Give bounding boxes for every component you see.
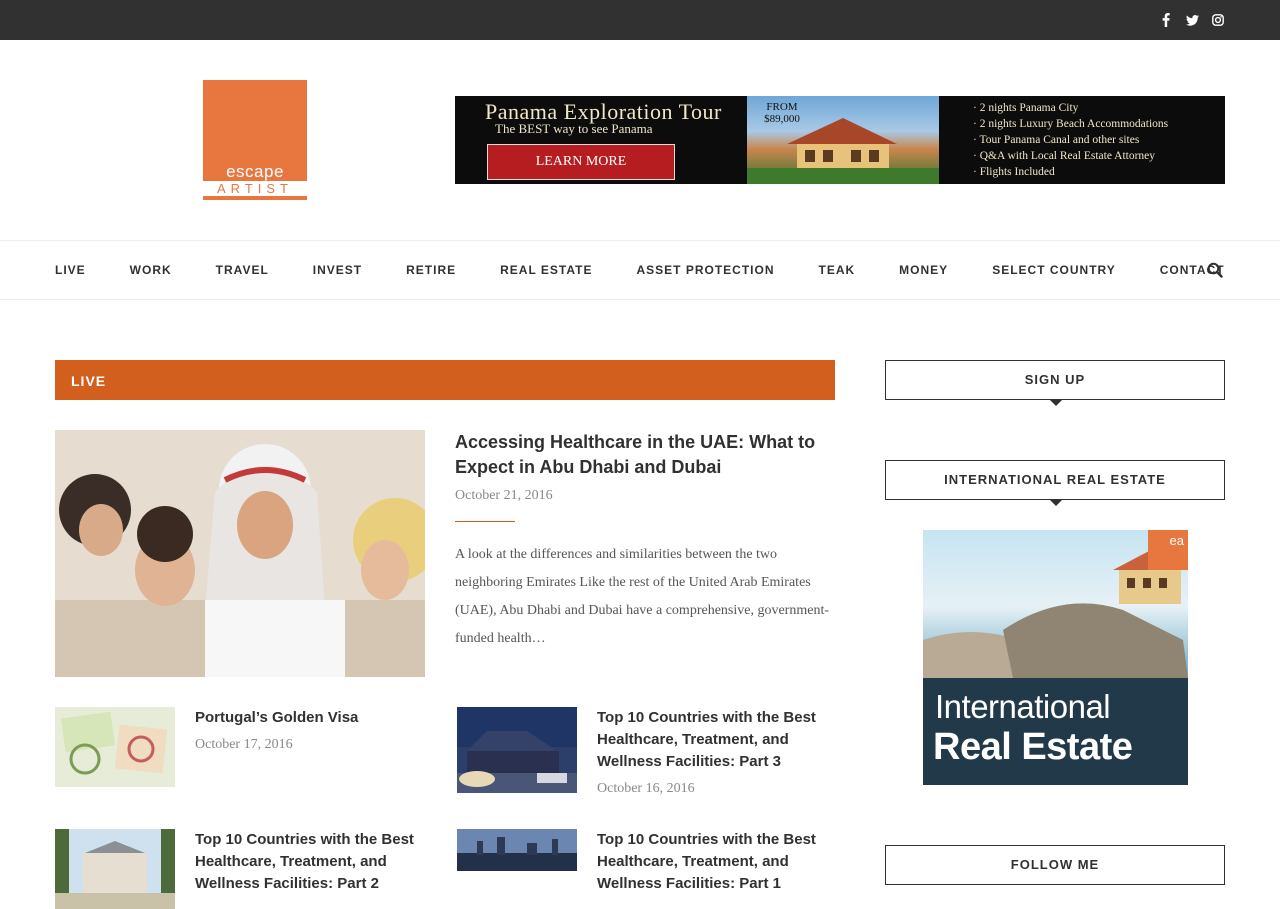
banner-from-label: FROM — [766, 101, 798, 113]
nav-item-money[interactable]: MONEY — [899, 241, 948, 299]
list-item: Portugal’s Golden Visa October 17, 2016 — [55, 707, 435, 787]
nav-item-teak[interactable]: TEAK — [819, 241, 856, 299]
signup-widget-title: SIGN UP — [885, 360, 1225, 406]
top-bar — [0, 0, 1280, 40]
category-title[interactable]: LIVE — [71, 373, 106, 389]
banner-feature: · Flights Included — [973, 166, 1055, 178]
post-title[interactable]: Top 10 Countries with the Best Healthcar… — [195, 829, 435, 895]
banner-feature: · 2 nights Panama City — [973, 102, 1079, 114]
nav-item-real-estate[interactable]: REAL ESTATE — [500, 241, 592, 299]
post-date: October 16, 2016 — [597, 781, 695, 796]
banner-features: · 2 nights Panama City · 2 nights Luxury… — [973, 100, 1168, 180]
ad-line-1: International — [935, 688, 1111, 725]
follow-widget-title: FOLLOW ME — [885, 845, 1225, 885]
main-nav: LIVE WORK TRAVEL INVEST RETIRE REAL ESTA… — [0, 240, 1280, 300]
banner-feature: · Tour Panama Canal and other sites — [973, 134, 1140, 146]
banner-price: FROM $89,000 — [757, 101, 807, 125]
list-item: Top 10 Countries with the Best Healthcar… — [55, 829, 435, 909]
follow-title-text: FOLLOW ME — [1010, 857, 1100, 872]
nav-item-live[interactable]: LIVE — [55, 241, 86, 299]
nav-item-retire[interactable]: RETIRE — [406, 241, 456, 299]
logo-line-2: ARTIST — [203, 181, 307, 196]
list-item: Top 10 Countries with the Best Healthcar… — [457, 829, 837, 892]
ea-badge: ea — [1148, 530, 1188, 570]
banner-learn-more-button[interactable]: LEARN MORE — [487, 144, 675, 180]
site-logo[interactable]: escape ARTIST — [203, 80, 307, 200]
list-item: Top 10 Countries with the Best Healthcar… — [457, 707, 837, 807]
nav-item-work[interactable]: WORK — [130, 241, 172, 299]
featured-post-title[interactable]: Accessing Healthcare in the UAE: What to… — [455, 430, 825, 480]
featured-post-excerpt: A look at the differences and similariti… — [455, 547, 829, 646]
post-title[interactable]: Top 10 Countries with the Best Healthcar… — [597, 707, 837, 773]
post-thumbnail[interactable] — [55, 829, 175, 909]
banner-feature: · 2 nights Luxury Beach Accommodations — [973, 118, 1169, 130]
search-icon[interactable] — [1207, 262, 1223, 278]
featured-post-date: October 21, 2016 — [455, 488, 553, 503]
nav-item-asset-protection[interactable]: ASSET PROTECTION — [636, 241, 774, 299]
twitter-icon[interactable] — [1185, 12, 1199, 28]
nav-items: LIVE WORK TRAVEL INVEST RETIRE REAL ESTA… — [55, 241, 1269, 299]
post-date: October 17, 2016 — [195, 737, 293, 752]
header-banner-ad[interactable]: Panama Exploration Tour The BEST way to … — [455, 96, 1225, 184]
facebook-icon[interactable] — [1159, 12, 1173, 28]
featured-divider — [455, 521, 515, 522]
nav-item-select-country[interactable]: SELECT COUNTRY — [992, 241, 1116, 299]
category-header: LIVE — [55, 360, 835, 400]
post-title[interactable]: Portugal’s Golden Visa — [195, 707, 435, 729]
signup-title-text: SIGN UP — [1024, 372, 1086, 387]
nav-item-travel[interactable]: TRAVEL — [216, 241, 269, 299]
featured-post-image[interactable] — [55, 430, 425, 677]
post-thumbnail[interactable] — [55, 707, 175, 787]
nav-item-invest[interactable]: INVEST — [313, 241, 362, 299]
international-real-estate-ad[interactable]: ea International Real Estate — [923, 530, 1188, 785]
logo-line-1: escape — [226, 162, 284, 181]
caret-down-icon — [1050, 500, 1062, 506]
ad-line-2: Real Estate — [933, 726, 1133, 768]
post-thumbnail[interactable] — [457, 829, 577, 871]
banner-price-value: $89,000 — [764, 113, 800, 125]
banner-feature: · Q&A with Local Real Estate Attorney — [973, 150, 1156, 162]
instagram-icon[interactable] — [1211, 12, 1225, 28]
post-title[interactable]: Top 10 Countries with the Best Healthcar… — [597, 829, 837, 895]
ire-widget-title: INTERNATIONAL REAL ESTATE — [885, 460, 1225, 506]
ire-title-text: INTERNATIONAL REAL ESTATE — [944, 472, 1166, 487]
post-thumbnail[interactable] — [457, 707, 577, 793]
banner-subtitle: The BEST way to see Panama — [495, 121, 653, 136]
caret-down-icon — [1050, 400, 1062, 406]
social-links — [1159, 12, 1225, 28]
